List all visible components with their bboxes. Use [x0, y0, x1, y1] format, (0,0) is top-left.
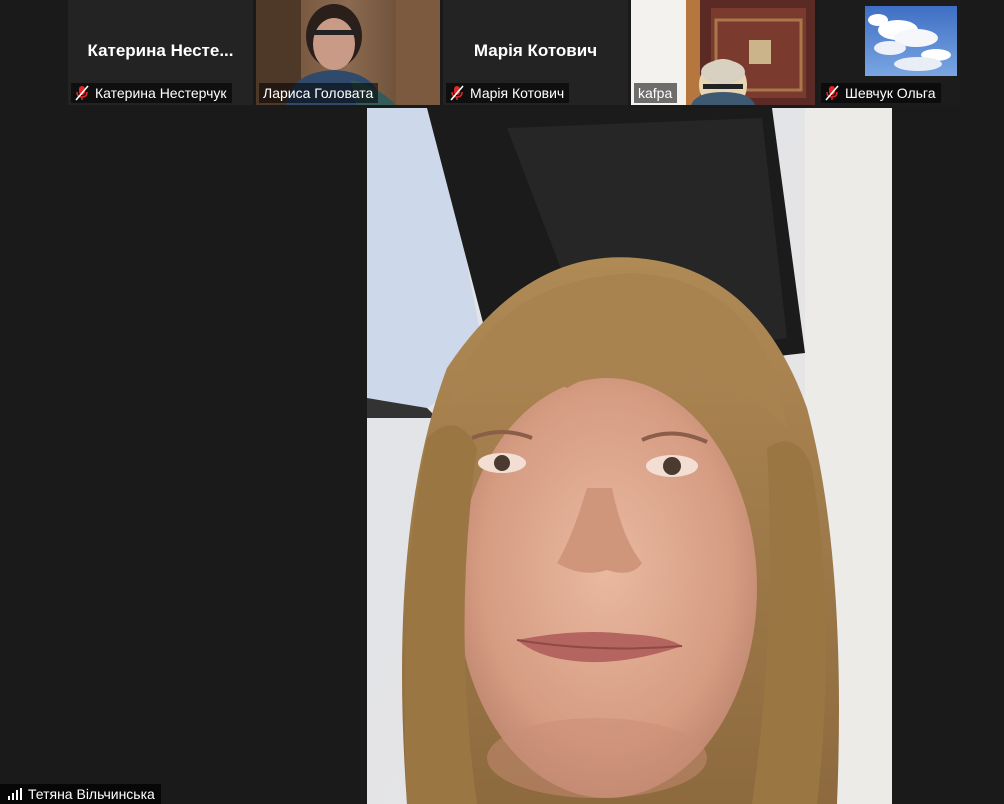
participant-tile[interactable]: Марія Котович Марія Котович — [443, 0, 628, 105]
participant-display-name: Катерина Несте... — [87, 41, 234, 60]
participant-name-label: kafpa — [634, 83, 678, 103]
participant-name-label: Шевчук Ольга — [821, 83, 941, 103]
mic-off-icon — [825, 85, 839, 101]
participant-name-label: Марія Котович — [446, 83, 570, 103]
participant-strip: Катерина Несте... Катерина Нестерчук Лар… — [0, 0, 1004, 108]
participant-name: Марія Котович — [470, 85, 565, 101]
participant-name: Катерина Нестерчук — [95, 85, 227, 101]
participant-name: Шевчук Ольга — [845, 85, 936, 101]
participant-name-label: Лариса Головата — [259, 83, 379, 103]
meeting-window: Катерина Несте... Катерина Нестерчук Лар… — [0, 0, 1004, 804]
participant-name: kafpa — [638, 85, 673, 101]
active-speaker-label: Тетяна Вільчинська — [0, 784, 161, 804]
participant-name-label: Катерина Нестерчук — [71, 83, 232, 103]
active-speaker-name: Тетяна Вільчинська — [28, 786, 155, 802]
active-speaker-video[interactable] — [367, 108, 892, 804]
speaker-video-frame — [367, 108, 892, 804]
participant-tile[interactable]: Катерина Несте... Катерина Нестерчук — [68, 0, 253, 105]
signal-bars-icon — [8, 788, 22, 800]
mic-off-icon — [450, 85, 464, 101]
mic-off-icon — [75, 85, 89, 101]
participant-tile[interactable]: kafpa — [631, 0, 815, 105]
participant-tile[interactable]: Лариса Головата — [256, 0, 440, 105]
participant-display-name: Марія Котович — [473, 41, 598, 60]
participant-tile[interactable]: Шевчук Ольга — [818, 0, 960, 105]
participant-name: Лариса Головата — [263, 85, 374, 101]
